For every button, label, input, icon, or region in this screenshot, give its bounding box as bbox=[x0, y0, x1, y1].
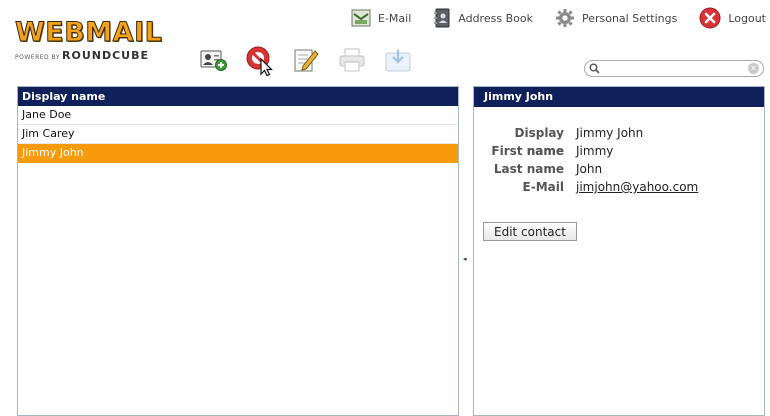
search-input[interactable] bbox=[600, 61, 748, 76]
email-icon bbox=[351, 9, 371, 27]
nav-personal-settings[interactable]: Personal Settings bbox=[555, 8, 677, 28]
nav-email-label: E-Mail bbox=[378, 11, 412, 25]
compose-icon bbox=[293, 47, 319, 77]
logo-subtitle: POWERED BY ROUNDCUBE bbox=[15, 49, 185, 62]
field-first-name: First name Jimmy bbox=[474, 142, 698, 160]
nav-logout-label: Logout bbox=[728, 11, 766, 25]
field-last-name: Last name John bbox=[474, 160, 698, 178]
search-icon[interactable] bbox=[589, 59, 600, 78]
panel-splitter-handle[interactable]: ◂ bbox=[463, 255, 468, 263]
top-navigation: E-Mail Address Book Personal Settings Lo… bbox=[351, 7, 770, 29]
print-button[interactable] bbox=[337, 47, 367, 77]
field-label: E-Mail bbox=[522, 180, 564, 194]
add-contact-button[interactable] bbox=[199, 47, 229, 77]
contact-fields: Display name Jimmy John First name Jimmy… bbox=[474, 124, 698, 196]
print-icon bbox=[338, 47, 366, 77]
contact-details: Jimmy John Display name Jimmy John First… bbox=[473, 86, 765, 416]
field-label: Display name bbox=[514, 126, 564, 158]
field-label: Last name bbox=[493, 162, 564, 176]
gear-icon bbox=[555, 8, 575, 28]
field-value: Jimmy bbox=[576, 144, 614, 158]
delete-icon bbox=[245, 44, 275, 80]
nav-address-book-label: Address Book bbox=[458, 11, 533, 25]
add-contact-icon bbox=[200, 48, 228, 76]
field-label: First name bbox=[491, 144, 564, 158]
export-button[interactable] bbox=[383, 47, 413, 77]
contact-row[interactable]: Jim Carey bbox=[18, 125, 458, 144]
logout-icon bbox=[699, 7, 721, 29]
field-display-name: Display name Jimmy John bbox=[474, 124, 698, 158]
nav-personal-settings-label: Personal Settings bbox=[581, 11, 678, 25]
compose-button[interactable] bbox=[291, 47, 321, 77]
edit-contact-button[interactable]: Edit contact bbox=[483, 222, 577, 241]
address-book-icon bbox=[433, 8, 451, 28]
clear-search-icon[interactable]: ✕ bbox=[748, 63, 759, 74]
contact-row-selected[interactable]: Jimmy John bbox=[18, 144, 458, 163]
logo-brand: ROUNDCUBE bbox=[62, 49, 150, 62]
nav-address-book[interactable]: Address Book bbox=[433, 8, 533, 28]
email-link[interactable]: jimjohn@yahoo.com bbox=[576, 178, 698, 196]
nav-logout[interactable]: Logout bbox=[699, 7, 766, 29]
delete-contact-button[interactable] bbox=[245, 44, 275, 80]
export-icon bbox=[384, 47, 412, 77]
contacts-list: Display name Jane Doe Jim Carey Jimmy Jo… bbox=[17, 86, 459, 416]
webmail-logo: WEBMAIL POWERED BY ROUNDCUBE bbox=[15, 17, 185, 66]
logo-powered-by: POWERED BY bbox=[15, 54, 61, 61]
logo-title: WEBMAIL bbox=[15, 17, 163, 48]
field-value: John bbox=[576, 162, 603, 176]
contact-row[interactable]: Jane Doe bbox=[18, 106, 458, 125]
field-email: E-Mail jimjohn@yahoo.com bbox=[474, 178, 699, 196]
nav-email[interactable]: E-Mail bbox=[351, 9, 411, 27]
field-value: Jimmy John bbox=[576, 126, 644, 140]
contacts-toolbar bbox=[199, 44, 429, 80]
quick-search: ✕ bbox=[584, 60, 764, 77]
contact-details-title: Jimmy John bbox=[474, 87, 764, 107]
contacts-list-header: Display name bbox=[18, 87, 458, 106]
